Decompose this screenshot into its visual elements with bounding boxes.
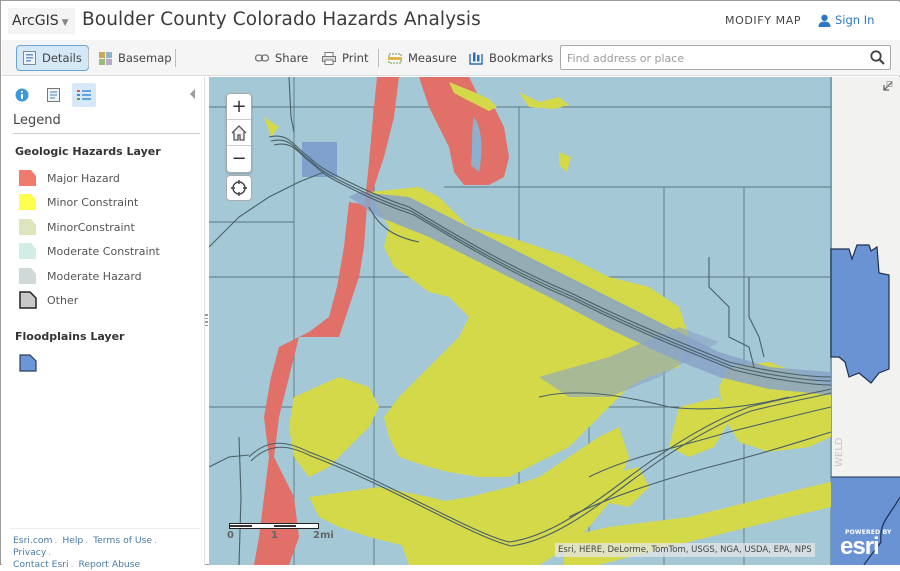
toolbar-divider bbox=[378, 49, 379, 67]
footer-link-terms[interactable]: Terms of Use bbox=[93, 535, 152, 546]
legend-label: Other bbox=[47, 293, 79, 307]
app-frame: ArcGIS ▼ Boulder County Colorado Hazards … bbox=[0, 0, 900, 570]
scale-label-0: 0 bbox=[227, 530, 234, 541]
layer-title-geologic: Geologic Hazards Layer bbox=[15, 145, 161, 158]
divider bbox=[13, 133, 200, 134]
legend-item-moderate-constraint: Moderate Constraint bbox=[19, 241, 160, 261]
scale-bar: 0 1 2mi bbox=[227, 521, 334, 541]
toolbar-divider bbox=[88, 49, 89, 67]
panel-resize-handle[interactable] bbox=[205, 314, 208, 328]
legend-item-major-hazard: Major Hazard bbox=[19, 168, 120, 188]
legend-icon bbox=[77, 89, 91, 100]
minorconstraint-swatch-icon bbox=[19, 219, 36, 235]
collapse-panel-icon[interactable] bbox=[190, 89, 195, 99]
legend-title: Legend bbox=[13, 113, 61, 128]
bookmarks-label: Bookmarks bbox=[489, 51, 554, 65]
basemap-label: Basemap bbox=[118, 51, 172, 65]
footer-link-help[interactable]: Help bbox=[62, 535, 83, 546]
printer-icon bbox=[322, 51, 336, 65]
footer-link-esri[interactable]: Esri.com bbox=[13, 535, 52, 546]
bookmark-icon bbox=[469, 52, 483, 65]
share-label: Share bbox=[275, 51, 309, 65]
map-attribution[interactable]: Esri, HERE, DeLorme, TomTom, USGS, NGA, … bbox=[555, 543, 815, 557]
basemap-gallery-icon bbox=[99, 51, 112, 65]
scale-bar-track bbox=[229, 523, 319, 529]
toolbar: Details Basemap Share Print Measure Book… bbox=[2, 40, 900, 76]
minor-constraint-swatch-icon bbox=[19, 194, 36, 210]
content-icon bbox=[46, 88, 60, 102]
tab-legend[interactable] bbox=[72, 83, 96, 107]
home-icon bbox=[231, 124, 247, 141]
expand-icon[interactable] bbox=[881, 81, 893, 93]
moderate-constraint-swatch-icon bbox=[19, 243, 36, 259]
print-label: Print bbox=[342, 51, 369, 65]
map-view[interactable]: WELD + − 0 1 2mi Esri, HERE, DeLorme, To… bbox=[209, 77, 900, 565]
crosshair-icon bbox=[231, 180, 247, 196]
scale-label-2: 2mi bbox=[313, 530, 334, 541]
arcgis-menu[interactable]: ArcGIS ▼ bbox=[8, 8, 75, 34]
esri-wordmark: esri bbox=[840, 533, 880, 560]
legend-item-floodplain bbox=[19, 353, 47, 373]
scale-label-1: 1 bbox=[271, 530, 278, 541]
zoom-out-button[interactable]: − bbox=[227, 146, 251, 172]
esri-logo[interactable]: POWERED BY esri bbox=[837, 525, 899, 565]
measure-icon bbox=[388, 53, 402, 63]
basemap-button[interactable]: Basemap bbox=[93, 45, 178, 71]
moderate-hazard-swatch-icon bbox=[19, 268, 36, 284]
legend-item-other: Other bbox=[19, 290, 78, 310]
user-icon bbox=[818, 14, 831, 27]
sign-in-label: Sign In bbox=[835, 13, 875, 27]
footer-links: Esri.com. Help. Terms of Use. Privacy. C… bbox=[13, 535, 157, 570]
tab-about[interactable] bbox=[10, 83, 34, 107]
divider bbox=[10, 528, 200, 529]
info-icon bbox=[15, 88, 29, 102]
print-button[interactable]: Print bbox=[316, 45, 374, 71]
layer-title-floodplains: Floodplains Layer bbox=[15, 330, 125, 343]
app-title: Boulder County Colorado Hazards Analysis bbox=[82, 9, 481, 30]
map-canvas: WELD bbox=[209, 77, 900, 565]
legend-label: Minor Constraint bbox=[47, 195, 139, 209]
search-icon[interactable] bbox=[870, 50, 885, 65]
measure-button[interactable]: Measure bbox=[382, 45, 463, 71]
sidebar: Legend Geologic Hazards Layer Major Haza… bbox=[2, 77, 205, 570]
details-button[interactable]: Details bbox=[16, 45, 89, 71]
sidebar-tabs bbox=[10, 83, 103, 107]
details-label: Details bbox=[42, 51, 82, 65]
basemap-label: WELD bbox=[834, 437, 845, 467]
link-icon bbox=[255, 54, 269, 62]
toolbar-divider bbox=[175, 49, 176, 67]
zoom-control: + − bbox=[226, 93, 252, 173]
legend-label: Moderate Constraint bbox=[47, 244, 160, 258]
zoom-in-button[interactable]: + bbox=[227, 94, 251, 120]
home-button[interactable] bbox=[227, 120, 251, 146]
footer-link-privacy[interactable]: Privacy bbox=[13, 547, 46, 558]
legend-label: MinorConstraint bbox=[47, 220, 135, 234]
other-swatch-icon bbox=[19, 291, 37, 309]
chevron-down-icon: ▼ bbox=[61, 18, 69, 28]
tab-content[interactable] bbox=[41, 83, 65, 107]
search-input[interactable] bbox=[567, 49, 857, 67]
legend-item-minor-constraint: Minor Constraint bbox=[19, 192, 138, 212]
floodplain-swatch-icon bbox=[19, 354, 37, 372]
search-box bbox=[560, 45, 891, 70]
sign-in-link[interactable]: Sign In bbox=[818, 13, 874, 27]
header: ArcGIS ▼ Boulder County Colorado Hazards … bbox=[2, 2, 900, 40]
legend-label: Moderate Hazard bbox=[47, 269, 142, 283]
measure-label: Measure bbox=[408, 51, 457, 65]
major-hazard-swatch-icon bbox=[19, 170, 36, 186]
locate-button[interactable] bbox=[226, 175, 252, 201]
details-icon bbox=[23, 51, 36, 65]
arcgis-label: ArcGIS bbox=[12, 13, 59, 29]
share-button[interactable]: Share bbox=[249, 45, 314, 71]
modify-map-link[interactable]: MODIFY MAP bbox=[725, 14, 801, 27]
legend-label: Major Hazard bbox=[47, 171, 120, 185]
legend-item-moderate-hazard: Moderate Hazard bbox=[19, 266, 142, 286]
bookmarks-button[interactable]: Bookmarks bbox=[463, 45, 559, 71]
legend-item-minorconstraint: MinorConstraint bbox=[19, 217, 135, 237]
